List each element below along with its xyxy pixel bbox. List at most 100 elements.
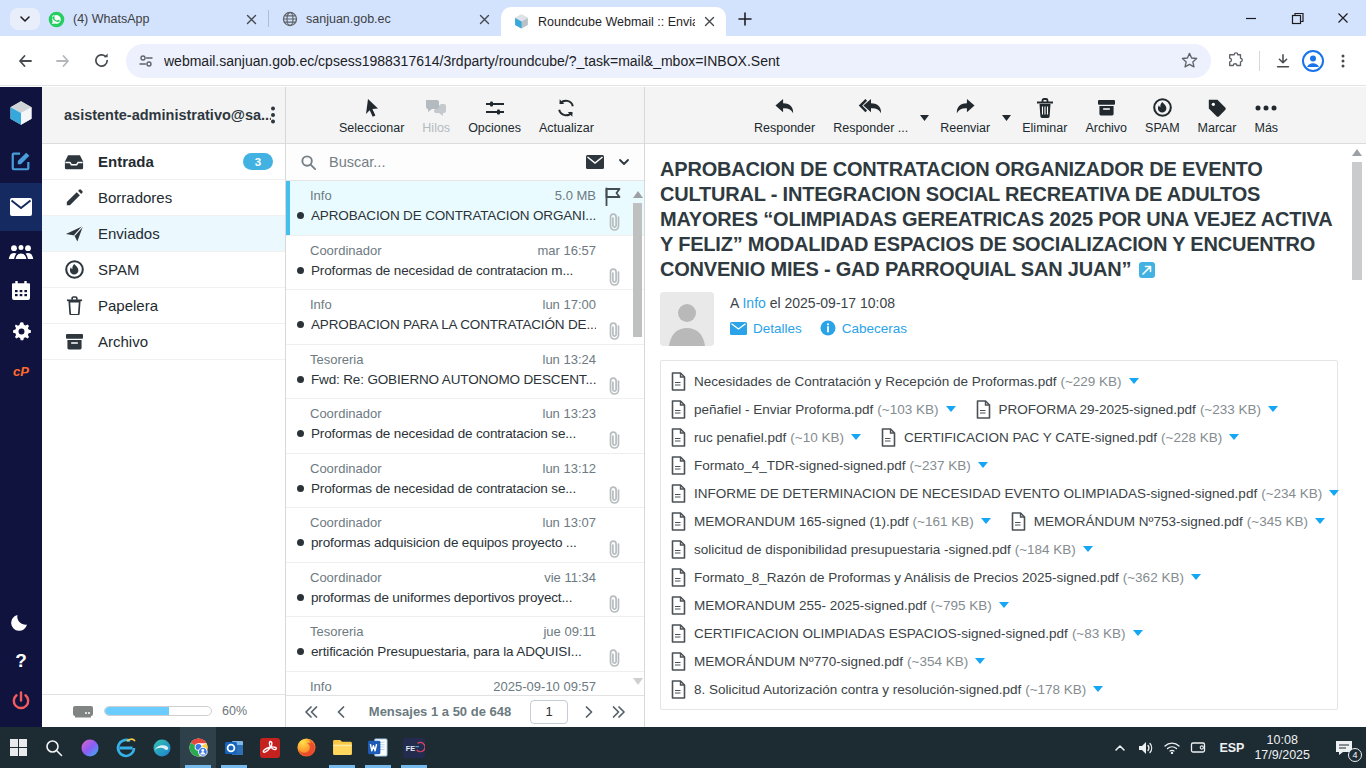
message-row-10[interactable]: Info2025-09-10 09:57	[286, 672, 644, 696]
extensions-icon[interactable]	[1221, 46, 1251, 76]
message-row-4[interactable]: Tesorerialun 13:24Fwd: Re: GOBIERNO AUTO…	[286, 345, 644, 400]
mail-toolbar-eliminar[interactable]: Eliminar	[1013, 96, 1076, 135]
folder-item-entrada[interactable]: Entrada3	[42, 144, 285, 180]
flag-icon[interactable]	[604, 187, 622, 206]
attachment-menu-caret-icon[interactable]	[1229, 434, 1239, 440]
bookmark-star-icon[interactable]	[1180, 51, 1199, 70]
taskbar-internet-explorer[interactable]	[108, 727, 144, 768]
attachment-name[interactable]: INFORME DE DETERMINACION DE NECESIDAD EV…	[694, 486, 1257, 501]
attachment-item[interactable]: MEMORÁNDUM Nº770-signed.pdf(~354 KB)	[671, 652, 985, 671]
calendar-nav-icon[interactable]	[0, 271, 42, 311]
last-page-button[interactable]	[604, 700, 634, 724]
tab-close-icon[interactable]	[476, 11, 493, 28]
taskbar-chrome[interactable]	[180, 727, 216, 768]
attachment-name[interactable]: MEMORANDUM 165-signed (1).pdf	[694, 514, 909, 529]
attachment-menu-caret-icon[interactable]	[1329, 490, 1339, 496]
taskbar-acrobat[interactable]	[252, 727, 288, 768]
detalles-link[interactable]: Detalles	[730, 321, 802, 336]
settings-nav-icon[interactable]	[0, 311, 42, 351]
attachment-name[interactable]: Formato_4_TDR-signed-signed.pdf	[694, 458, 906, 473]
first-page-button[interactable]	[296, 700, 326, 724]
message-row-7[interactable]: Coordinadorlun 13:07proformas adquisicio…	[286, 508, 644, 563]
attachment-menu-caret-icon[interactable]	[851, 434, 861, 440]
url-text[interactable]: webmail.sanjuan.gob.ec/cpsess1988317614/…	[164, 53, 1180, 69]
site-info-icon[interactable]	[138, 53, 154, 69]
attachment-item[interactable]: PROFORMA 29-2025-signed.pdf(~233 KB)	[976, 400, 1279, 419]
attachment-menu-caret-icon[interactable]	[1093, 686, 1103, 692]
attachment-name[interactable]: 8. Solicitud Autorización contra y resol…	[694, 682, 1021, 697]
taskbar-clock[interactable]: 10:08 17/9/2025	[1254, 733, 1310, 763]
attachment-item[interactable]: MEMORANDUM 255- 2025-signed.pdf(~795 KB)	[671, 596, 1009, 615]
dropdown-caret-icon[interactable]	[917, 95, 931, 135]
content-scrollbar-thumb[interactable]	[1352, 162, 1362, 280]
message-row-3[interactable]: Infolun 17:00APROBACION PARA LA CONTRATA…	[286, 290, 644, 345]
display-icon[interactable]	[1185, 727, 1211, 768]
tray-chevron-up-icon[interactable]	[1107, 727, 1133, 768]
mail-toolbar-marcar[interactable]: Marcar	[1189, 96, 1246, 135]
message-row-5[interactable]: Coordinadorlun 13:23Proformas de necesid…	[286, 399, 644, 454]
tab-close-icon[interactable]	[243, 11, 260, 28]
attachment-item[interactable]: ruc penafiel.pdf(~10 KB)	[671, 428, 861, 447]
help-icon[interactable]: ?	[0, 641, 42, 681]
browser-menu-icon[interactable]	[1328, 46, 1358, 76]
logout-icon[interactable]	[0, 681, 42, 721]
message-row-9[interactable]: Tesoreriajue 09:11ertificación Presupues…	[286, 617, 644, 672]
attachment-menu-caret-icon[interactable]	[981, 518, 991, 524]
recipient-link[interactable]: Info	[742, 295, 765, 311]
taskbar-search[interactable]	[36, 727, 72, 768]
attachment-name[interactable]: peñafiel - Enviar Proforma.pdf	[694, 402, 873, 417]
search-scope-icon[interactable]	[586, 155, 604, 169]
list-scrollbar[interactable]	[633, 185, 642, 691]
next-page-button[interactable]	[574, 700, 604, 724]
attachment-item[interactable]: MEMORANDUM 165-signed (1).pdf(~161 KB)	[671, 512, 991, 531]
attachment-menu-caret-icon[interactable]	[1268, 406, 1278, 412]
folder-item-papelera[interactable]: Papelera	[42, 288, 285, 324]
attachment-menu-caret-icon[interactable]	[999, 602, 1009, 608]
attachment-name[interactable]: ruc penafiel.pdf	[694, 430, 786, 445]
attachment-name[interactable]: CERTIFICACION OLIMPIADAS ESPACIOS-signed…	[694, 626, 1068, 641]
message-row-1[interactable]: Info5.0 MBAPROBACION DE CONTRATACION ORG…	[286, 181, 644, 236]
scroll-up-arrow[interactable]	[633, 191, 643, 198]
search-bar[interactable]: Buscar...	[286, 144, 644, 181]
folder-item-spam[interactable]: SPAM	[42, 252, 285, 288]
attachment-menu-caret-icon[interactable]	[1133, 630, 1143, 636]
mail-toolbar-spam[interactable]: SPAM	[1136, 96, 1189, 135]
volume-icon[interactable]	[1133, 727, 1159, 768]
attachment-name[interactable]: solicitud de disponibilidad presupuestar…	[694, 542, 1011, 557]
attachment-name[interactable]: PROFORMA 29-2025-signed.pdf	[999, 402, 1196, 417]
reload-button[interactable]	[84, 44, 118, 78]
wifi-icon[interactable]	[1159, 727, 1185, 768]
forward-button[interactable]	[46, 44, 80, 78]
restore-button[interactable]	[1274, 0, 1320, 36]
attachment-name[interactable]: CERTIFICACION PAC Y CATE-signed.pdf	[904, 430, 1157, 445]
taskbar-edge[interactable]	[144, 727, 180, 768]
list-scrollbar-thumb[interactable]	[633, 203, 642, 337]
attachment-name[interactable]: Formato_8_Razón de Proformas y Análisis …	[694, 570, 1119, 585]
attachment-menu-caret-icon[interactable]	[1191, 574, 1201, 580]
mail-toolbar-más[interactable]: Más	[1245, 96, 1287, 135]
content-scrollbar[interactable]	[1352, 147, 1362, 723]
contacts-nav-icon[interactable]	[0, 231, 42, 271]
new-tab-button[interactable]	[732, 6, 758, 32]
folder-item-borradores[interactable]: Borradores	[42, 180, 285, 216]
profile-avatar[interactable]	[1298, 46, 1328, 76]
keyboard-language[interactable]: ESP	[1219, 741, 1244, 755]
cabeceras-link[interactable]: Cabeceras	[820, 320, 907, 336]
attachment-item[interactable]: 8. Solicitud Autorización contra y resol…	[671, 680, 1103, 699]
attachment-item[interactable]: peñafiel - Enviar Proforma.pdf(~103 KB)	[671, 400, 956, 419]
attachment-menu-caret-icon[interactable]	[1315, 518, 1325, 524]
account-menu-icon[interactable]	[271, 106, 275, 124]
attachment-item[interactable]: Formato_8_Razón de Proformas y Análisis …	[671, 568, 1201, 587]
minimize-button[interactable]	[1228, 0, 1274, 36]
attachment-menu-caret-icon[interactable]	[946, 406, 956, 412]
attachment-menu-caret-icon[interactable]	[975, 658, 985, 664]
message-row-8[interactable]: Coordinadorvie 11:34proformas de uniform…	[286, 563, 644, 618]
address-bar[interactable]: webmail.sanjuan.gob.ec/cpsess1988317614/…	[126, 44, 1211, 78]
page-number-input[interactable]: 1	[530, 700, 568, 724]
browser-tab-3[interactable]: Roundcube Webmail :: Enviado	[501, 7, 726, 36]
scroll-down-arrow[interactable]	[633, 678, 643, 685]
list-toolbar-opciones[interactable]: Opciones	[459, 96, 530, 135]
attachment-name[interactable]: MEMORÁNDUM Nº753-signed.pdf	[1034, 514, 1243, 529]
attachment-item[interactable]: INFORME DE DETERMINACION DE NECESIDAD EV…	[671, 484, 1325, 503]
back-button[interactable]	[8, 44, 42, 78]
